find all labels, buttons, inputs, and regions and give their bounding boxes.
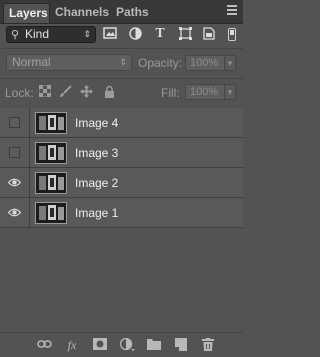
filter-toggle-switch[interactable] xyxy=(228,28,236,41)
opacity-input[interactable]: 100% xyxy=(185,55,225,71)
lock-position-icon[interactable] xyxy=(80,85,93,98)
layer-name: Image 1 xyxy=(75,206,119,220)
visibility-toggle[interactable] xyxy=(0,108,30,138)
tab-layers[interactable]: Layers xyxy=(3,3,50,23)
lock-image-pixels-icon[interactable] xyxy=(59,85,72,98)
eye-icon xyxy=(8,208,21,217)
tab-channels[interactable]: Channels xyxy=(50,3,110,23)
visibility-toggle[interactable] xyxy=(0,168,30,198)
visibility-off-icon xyxy=(9,147,20,158)
lock-transparent-pixels-icon[interactable] xyxy=(38,84,51,98)
layer-row[interactable]: Image 3 xyxy=(0,138,243,168)
chevron-updown-icon: ⇕ xyxy=(119,57,127,67)
adjustment-layer-icon[interactable] xyxy=(119,337,135,352)
layers-list: Image 4 Image 3 Image 2 Image 1 xyxy=(0,107,243,327)
panel-bottom-bar: fx xyxy=(0,332,243,357)
panel-tab-bar: Layers Channels Paths xyxy=(0,0,243,24)
layer-name: Image 4 xyxy=(75,116,119,130)
new-layer-icon[interactable] xyxy=(173,338,189,352)
chevron-updown-icon: ⇕ xyxy=(83,29,91,39)
new-group-icon[interactable] xyxy=(146,338,162,352)
eye-icon xyxy=(8,178,21,187)
divider xyxy=(0,48,243,49)
image-filter-icon[interactable] xyxy=(103,27,117,41)
visibility-toggle[interactable] xyxy=(0,138,30,168)
layer-name: Image 3 xyxy=(75,146,119,160)
fill-input[interactable]: 100% xyxy=(185,84,225,100)
layer-row[interactable]: Image 2 xyxy=(0,168,243,198)
layer-thumbnail xyxy=(35,202,67,224)
blend-mode-select[interactable]: Normal ⇕ xyxy=(6,54,132,71)
lock-label: Lock: xyxy=(5,86,34,100)
smart-object-filter-icon[interactable] xyxy=(202,27,216,41)
shape-filter-icon[interactable] xyxy=(178,27,192,41)
panel-menu-icon[interactable] xyxy=(227,5,237,15)
layer-thumbnail xyxy=(35,142,67,164)
opacity-label: Opacity: xyxy=(138,56,183,70)
link-layers-icon[interactable] xyxy=(36,338,52,352)
layers-panel: Layers Channels Paths ⚲ Kind ⇕ T Normal … xyxy=(0,0,243,357)
fill-dropdown-arrow-icon[interactable]: ▾ xyxy=(224,84,236,100)
layer-row[interactable]: Image 1 xyxy=(0,198,243,228)
lock-all-icon[interactable] xyxy=(103,85,116,98)
layer-thumbnail xyxy=(35,112,67,134)
type-filter-icon[interactable]: T xyxy=(153,27,167,41)
opacity-dropdown-arrow-icon[interactable]: ▾ xyxy=(224,55,236,71)
blend-mode-label: Normal xyxy=(12,55,51,69)
layer-name: Image 2 xyxy=(75,176,119,190)
fill-label: Fill: xyxy=(161,86,180,100)
search-icon: ⚲ xyxy=(11,29,20,41)
filter-kind-select[interactable]: ⚲ Kind ⇕ xyxy=(6,26,96,43)
divider xyxy=(0,78,243,79)
visibility-toggle[interactable] xyxy=(0,198,30,228)
layer-mask-icon[interactable] xyxy=(92,338,108,352)
fx-icon[interactable]: fx xyxy=(64,338,80,352)
visibility-off-icon xyxy=(9,117,20,128)
tab-paths[interactable]: Paths xyxy=(111,3,151,23)
layer-row[interactable]: Image 4 xyxy=(0,108,243,138)
trash-icon[interactable] xyxy=(200,338,216,352)
filter-kind-label: Kind xyxy=(25,27,50,41)
layer-thumbnail xyxy=(35,172,67,194)
adjustment-filter-icon[interactable] xyxy=(128,27,142,41)
